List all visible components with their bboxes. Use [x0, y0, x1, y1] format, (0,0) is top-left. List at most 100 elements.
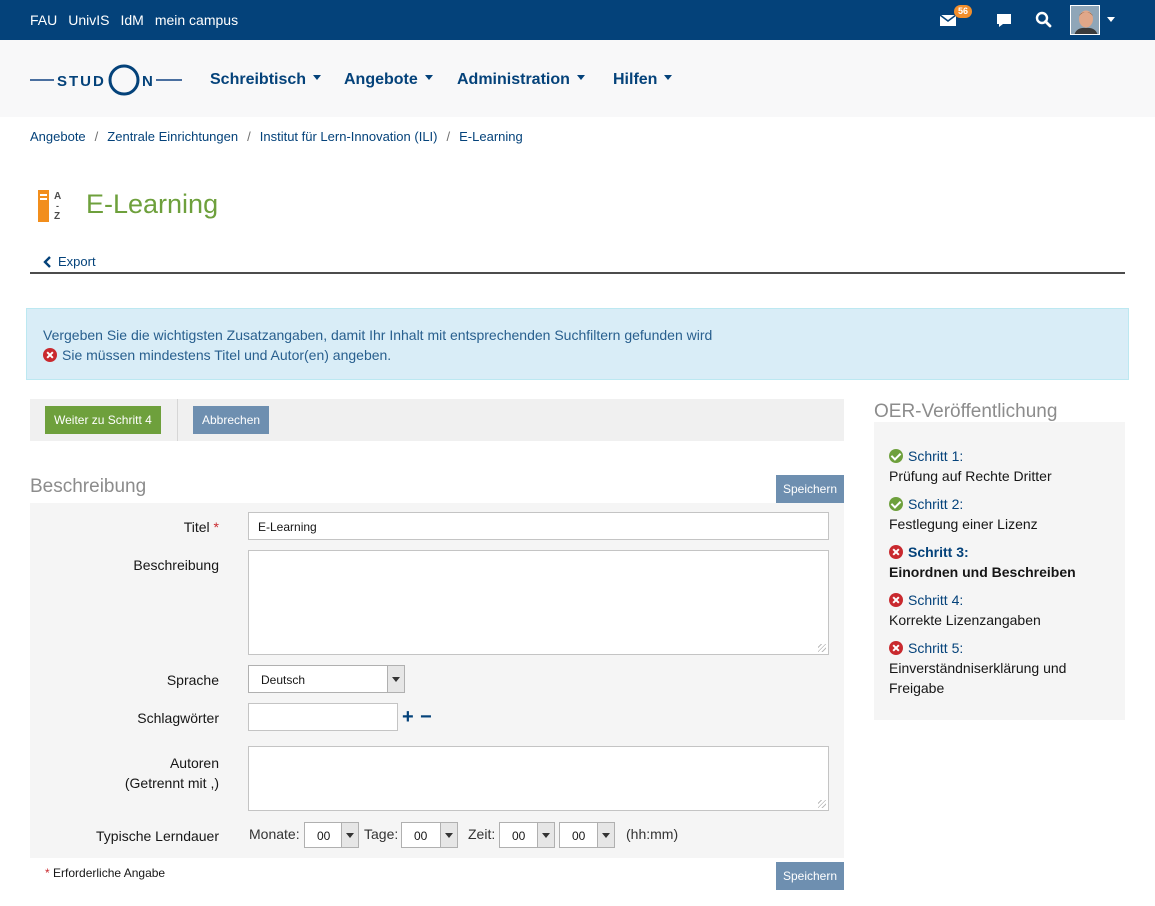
oer-step-title[interactable]: Schritt 4: [908, 590, 963, 610]
label-titel: Titel * [184, 519, 219, 535]
label-zeit: Zeit: [468, 826, 496, 842]
language-select-value: Deutsch [261, 673, 306, 687]
link-univis[interactable]: UnivIS [68, 12, 109, 28]
oer-step-4: Schritt 4: Korrekte Lizenzangaben [889, 590, 1041, 630]
label-beschreibung: Beschreibung [133, 557, 219, 573]
language-select[interactable]: Deutsch [248, 665, 405, 693]
form-section-title: Beschreibung [30, 476, 147, 497]
breadcrumb: Angebote / Zentrale Einrichtungen / Inst… [30, 129, 523, 144]
oer-step-3: Schritt 3: Einordnen und Beschreiben [889, 542, 1076, 582]
oer-step-title[interactable]: Schritt 2: [908, 494, 963, 514]
save-button-bottom[interactable]: Speichern [776, 862, 844, 890]
label-schlagwoerter: Schlagwörter [137, 710, 219, 726]
search-icon[interactable] [1034, 10, 1054, 30]
oer-step-desc: Einordnen und Beschreiben [889, 564, 1076, 580]
top-links: FAU UnivIS IdM mein campus [30, 12, 238, 28]
breadcrumb-item[interactable]: Angebote [30, 129, 86, 144]
nav-schreibtisch-label: Schreibtisch [210, 71, 307, 88]
add-keyword-button[interactable]: + [402, 707, 414, 727]
nav-administration[interactable]: Administration [457, 71, 585, 89]
months-select-value: 00 [317, 829, 331, 843]
svg-text:STUD: STUD [57, 73, 106, 90]
label-tage: Tage: [364, 826, 399, 842]
months-select[interactable]: 00 [304, 822, 359, 848]
alert-error-text: Sie müssen mindestens Titel und Autor(en… [62, 347, 392, 363]
svg-text:N: N [142, 73, 153, 90]
oer-steps-panel: Schritt 1: Prüfung auf Rechte Dritter Sc… [874, 422, 1125, 720]
oer-step-title[interactable]: Schritt 5: [908, 638, 963, 658]
hours-select-value: 00 [512, 829, 526, 843]
error-icon [889, 545, 903, 559]
link-mein-campus[interactable]: mein campus [155, 12, 238, 28]
oer-step-title[interactable]: Schritt 1: [908, 446, 963, 466]
resize-handle-icon[interactable] [818, 800, 826, 808]
nav-hilfen[interactable]: Hilfen [613, 71, 673, 89]
oer-step-title[interactable]: Schritt 3: [908, 542, 969, 562]
minutes-select[interactable]: 00 [559, 822, 615, 848]
cancel-button[interactable]: Abbrechen [193, 406, 270, 434]
top-bar: FAU UnivIS IdM mein campus 56 [0, 0, 1155, 40]
days-select-value: 00 [414, 829, 428, 843]
studon-logo[interactable]: STUD N [30, 62, 182, 98]
glossary-icon: A - Z [38, 190, 61, 222]
oer-step-1: Schritt 1: Prüfung auf Rechte Dritter [889, 446, 1052, 486]
page-title: E-Learning [86, 189, 219, 219]
breadcrumb-item[interactable]: Institut für Lern-Innovation (ILI) [260, 129, 438, 144]
icon-letter-z: Z [54, 211, 60, 222]
title-input-value: E-Learning [258, 520, 317, 534]
resize-handle-icon[interactable] [818, 644, 826, 652]
avatar-image [1071, 6, 1099, 34]
main-nav: STUD N Schreibtisch Angebote Administrat… [0, 40, 1155, 117]
authors-textarea[interactable] [248, 746, 829, 811]
description-textarea[interactable] [248, 550, 829, 655]
alert-info-text: Vergeben Sie die wichtigsten Zusatzangab… [43, 327, 713, 343]
label-titel-text: Titel [183, 519, 210, 535]
save-button-top[interactable]: Speichern [776, 475, 844, 503]
oer-step-5: Schritt 5: Einverständniserklärung und F… [889, 638, 1066, 698]
avatar[interactable] [1070, 5, 1100, 35]
nav-schreibtisch[interactable]: Schreibtisch [210, 71, 322, 89]
label-monate: Monate: [249, 826, 300, 842]
oer-step-desc: Korrekte Lizenzangaben [889, 612, 1041, 628]
dropdown-arrow-icon [341, 823, 358, 847]
dropdown-arrow-icon [387, 666, 404, 692]
title-input[interactable]: E-Learning [248, 512, 829, 540]
tab-divider [30, 272, 1125, 274]
label-sprache: Sprache [166, 672, 219, 688]
breadcrumb-item[interactable]: E-Learning [459, 129, 523, 144]
breadcrumb-item[interactable]: Zentrale Einrichtungen [107, 129, 238, 144]
error-icon [889, 593, 903, 607]
nav-angebote-label: Angebote [344, 71, 418, 88]
alert-error-line: Sie müssen mindestens Titel und Autor(en… [43, 347, 391, 363]
link-fau[interactable]: FAU [30, 12, 57, 28]
oer-step-2: Schritt 2: Festlegung einer Lizenz [889, 494, 1038, 534]
keyword-input[interactable] [248, 703, 398, 731]
info-alert: Vergeben Sie die wichtigsten Zusatzangab… [26, 308, 1129, 380]
check-icon [889, 449, 903, 463]
icon-letter-dash: - [56, 201, 59, 211]
days-select[interactable]: 00 [401, 822, 458, 848]
label-autoren-line2: (Getrennt mit ,) [124, 775, 219, 791]
required-star: * [213, 519, 219, 535]
required-note: * Erforderliche Angabe [45, 866, 165, 880]
error-icon [43, 348, 57, 362]
breadcrumb-separator: / [94, 129, 99, 144]
chat-icon[interactable] [994, 10, 1014, 30]
toolbar: Weiter zu Schritt 4 Abbrechen [30, 399, 844, 441]
toolbar-separator [177, 399, 178, 441]
hours-select[interactable]: 00 [499, 822, 555, 848]
chevron-down-icon [424, 75, 433, 81]
minutes-select-value: 00 [572, 829, 586, 843]
oer-step-desc: Einverständniserklärung und [889, 660, 1067, 676]
error-icon [889, 641, 903, 655]
breadcrumb-separator: / [247, 129, 251, 144]
next-step-button[interactable]: Weiter zu Schritt 4 [45, 406, 161, 434]
check-icon [889, 497, 903, 511]
oer-panel-title: OER-Veröffentlichung [874, 401, 1058, 422]
link-idm[interactable]: IdM [120, 12, 143, 28]
chevron-down-icon[interactable] [1107, 17, 1115, 22]
oer-step-desc: Prüfung auf Rechte Dritter [889, 468, 1052, 484]
remove-keyword-button[interactable]: − [420, 707, 432, 727]
nav-angebote[interactable]: Angebote [344, 71, 433, 89]
back-link-export[interactable]: Export [42, 254, 96, 269]
